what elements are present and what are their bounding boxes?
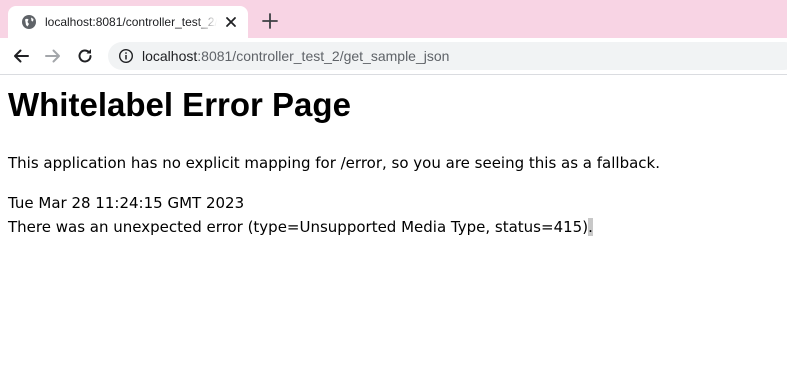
error-timestamp: Tue Mar 28 11:24:15 GMT 2023: [8, 194, 245, 212]
reload-icon[interactable]: [74, 45, 96, 67]
url-path: :8081/controller_test_2/get_sample_json: [197, 48, 450, 64]
tab-strip: localhost:8081/controller_test_2/get_sam…: [0, 0, 787, 38]
arrow-right-icon[interactable]: [42, 45, 64, 67]
plus-icon[interactable]: [259, 10, 281, 32]
url-text[interactable]: localhost:8081/controller_test_2/get_sam…: [142, 47, 449, 65]
arrow-left-icon[interactable]: [10, 45, 32, 67]
close-icon[interactable]: [222, 13, 240, 31]
fallback-message: This application has no explicit mapping…: [8, 154, 660, 172]
info-icon[interactable]: [118, 48, 134, 64]
globe-icon: [22, 15, 36, 29]
url-host: localhost: [142, 48, 198, 64]
text-selection: .: [588, 218, 593, 236]
browser-toolbar: localhost:8081/controller_test_2/get_sam…: [0, 38, 787, 75]
browser-tab[interactable]: localhost:8081/controller_test_2/get_sam…: [8, 6, 248, 38]
page-title: Whitelabel Error Page: [8, 86, 351, 123]
error-details: There was an unexpected error (type=Unsu…: [8, 217, 593, 237]
tab-title: localhost:8081/controller_test_2/get_sam…: [45, 15, 217, 29]
error-text: There was an unexpected error (type=Unsu…: [8, 218, 589, 236]
address-bar[interactable]: localhost:8081/controller_test_2/get_sam…: [108, 42, 787, 70]
